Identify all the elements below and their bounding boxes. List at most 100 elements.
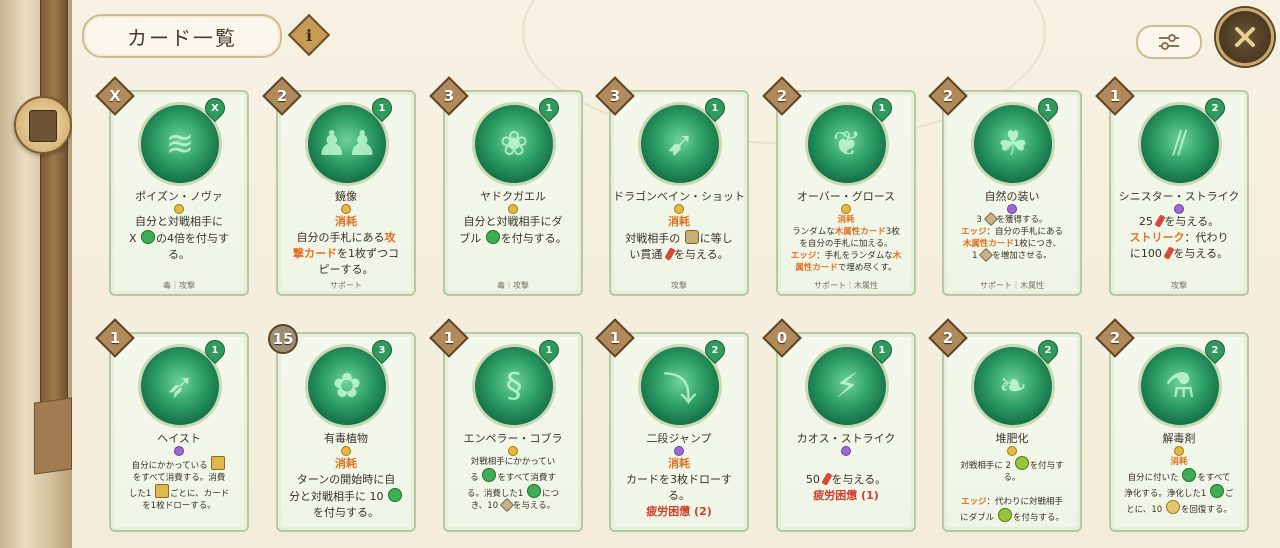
deck-button[interactable] — [14, 96, 72, 154]
card-description: 消耗 対戦相手の に等し い貫通 を与える。 — [625, 215, 733, 261]
card-upgrade-level: 1 — [878, 344, 886, 356]
card-rarity-gem-icon — [841, 446, 851, 456]
card-cost-badge: 15 — [268, 324, 298, 354]
card-description: 消耗 ターンの開始時に自 分と対戦相手に 10 を付与する。 — [286, 456, 406, 521]
info-icon: i — [305, 25, 313, 45]
card-description: 自分にかかっている をすべて消費する。消費 した1 ごとに、カード を1枚ドローする… — [119, 456, 239, 512]
card-cost: 2 — [776, 87, 788, 105]
card-deck-icon — [29, 110, 57, 142]
close-icon — [1235, 27, 1255, 47]
card-cost: 3 — [609, 87, 621, 105]
card-upgrade-level: 1 — [545, 344, 553, 356]
card[interactable]: 2 ❦ 1 オーバー・グロース 消耗 ランダムな木属性カード3枚 を自分の手札に加える。 エッ… — [762, 76, 916, 296]
card-cost: 1 — [1109, 87, 1121, 105]
card[interactable]: 3 ➹ 1 ドラゴンベイン・ショット 消耗 対戦相手の に等し い貫通 を与える。 攻撃 — [595, 76, 749, 296]
card-tags: サポート｜木属性 — [980, 281, 1044, 290]
card-name: 有毒植物 — [324, 432, 368, 445]
card-rarity-gem-icon — [341, 204, 351, 214]
card-rarity-gem-icon — [341, 446, 351, 456]
card-description: 3 を獲得する。 エッジ：自分の手札にある 木属性カード1枚につき、 1 を増加させる… — [952, 211, 1072, 263]
card[interactable]: 3 ❀ 1 ヤドクガエル 自分と対戦相手にダ ブル を付与する。 毒｜攻撃 — [429, 76, 583, 296]
close-button[interactable] — [1216, 8, 1274, 66]
card-upgrade-level: 1 — [1044, 102, 1052, 114]
card-description: 消耗 ランダムな木属性カード3枚 を自分の手札に加える。 エッジ：手札をランダムな木属… — [790, 215, 902, 273]
card-name: ヤドクガエル — [480, 190, 546, 203]
card-cost: 2 — [1109, 329, 1121, 347]
card-cost: X — [109, 87, 121, 105]
card-name: 二段ジャンプ — [646, 432, 712, 445]
card-cost: 3 — [443, 87, 455, 105]
card-tags: 攻撃 — [1171, 281, 1187, 290]
card-upgrade-level: 1 — [711, 102, 719, 114]
card-description: 50 を与える。 疲労困憊 (1) — [805, 472, 887, 502]
card-rarity-gem-icon — [1007, 446, 1017, 456]
card-upgrade-level: 1 — [211, 344, 219, 356]
card-cost: 1 — [609, 329, 621, 347]
card-upgrade-level: 2 — [711, 344, 719, 356]
card-rarity-gem-icon — [174, 204, 184, 214]
card[interactable]: 2 ⚗ 2 解毒剤 消耗 自分に付いた をすべて 浄化する。浄化した1 ごとに、10 を回復… — [1095, 318, 1249, 532]
filter-sliders-icon — [1159, 34, 1179, 50]
card[interactable]: X ≋ X ポイズン・ノヴァ 自分と対戦相手に X の4倍を付与す る。 毒｜攻撃 — [95, 76, 249, 296]
card-upgrade-level: 1 — [878, 102, 886, 114]
card-rarity-gem-icon — [841, 204, 851, 214]
card-cost: 2 — [276, 87, 288, 105]
card-description: 対戦相手にかかっている をすべて消費す る。消費した1 につ き、10 を与える。 — [466, 457, 560, 513]
card-rarity-gem-icon — [674, 204, 684, 214]
card-rarity-gem-icon — [174, 446, 184, 456]
card-cost: 2 — [942, 329, 954, 347]
card-tags: 毒｜攻撃 — [163, 281, 195, 290]
card-cost: 15 — [272, 330, 294, 348]
card[interactable]: 1 ⤵ 2 二段ジャンプ 消耗 カードを3枚ドローす る。 疲労困憊 (2) — [595, 318, 749, 532]
card-tags: サポート｜木属性 — [814, 281, 878, 290]
left-sidebar — [0, 0, 72, 548]
card-description: 消耗 カードを3枚ドローす る。 疲労困憊 (2) — [626, 457, 732, 518]
card-name: ポイズン・ノヴァ — [135, 190, 223, 203]
card-tags: 毒｜攻撃 — [497, 281, 529, 290]
filter-button[interactable] — [1136, 25, 1202, 59]
card-description: 自分と対戦相手にダ ブル を付与する。 — [459, 215, 567, 245]
card-description: 自分と対戦相手に X の4倍を付与す る。 — [128, 215, 230, 261]
card-upgrade-level: 1 — [378, 102, 386, 114]
card-name: 解毒剤 — [1162, 432, 1196, 445]
card-description: 消耗 自分の手札にある攻 撃カードを1枚ずつコ ピーする。 — [293, 215, 399, 276]
card-rarity-gem-icon — [508, 204, 518, 214]
card[interactable]: 2 ☘ 1 自然の装い 3 を獲得する。 エッジ：自分の手札にある 木属性カード1枚につき、… — [928, 76, 1082, 296]
card[interactable]: 2 ❧ 2 堆肥化 対戦相手に 2 を付与する。 エッジ：代わりに対戦相手 にダブル を付与… — [928, 318, 1082, 532]
card-name: 鏡像 — [335, 190, 357, 203]
card-name: ドラゴンベイン・ショット — [613, 190, 745, 203]
card-description: 25 を与える。 ストリーク：代わり に100 を与える。 — [1129, 214, 1229, 260]
card-name: シニスター・ストライク — [1118, 190, 1240, 203]
card-rarity-gem-icon — [674, 446, 684, 456]
card-name: 堆肥化 — [995, 432, 1029, 445]
sidebar-rail-end — [34, 397, 72, 475]
card-cost: 1 — [443, 329, 455, 347]
card-upgrade-level: 2 — [1044, 344, 1052, 356]
card-tags: 攻撃 — [671, 281, 687, 290]
card-upgrade-level: 1 — [545, 102, 553, 114]
card[interactable]: 1 § 1 エンペラー・コブラ 対戦相手にかかっている をすべて消費す る。消費した1 に… — [429, 318, 583, 532]
card[interactable]: 2 ♟♟ 1 鏡像 消耗 自分の手札にある攻 撃カードを1枚ずつコ ピーする。 サポート — [262, 76, 416, 296]
card-cost: 2 — [942, 87, 954, 105]
card-cost: 1 — [109, 329, 121, 347]
card-upgrade-level: 2 — [1211, 102, 1219, 114]
card-description: 対戦相手に 2 を付与する。 エッジ：代わりに対戦相手 にダブル を付与する。 — [952, 456, 1072, 524]
card-rarity-gem-icon — [508, 446, 518, 456]
card-upgrade-level: X — [211, 102, 219, 114]
card-upgrade-level: 3 — [378, 344, 386, 356]
card-name: エンペラー・コブラ — [463, 432, 563, 445]
card-cost: 0 — [776, 329, 788, 347]
card-rarity-gem-icon — [1174, 446, 1184, 456]
card-name: カオス・ストライク — [796, 432, 896, 445]
card-name: ヘイスト — [157, 432, 201, 445]
card-tags: サポート — [330, 281, 362, 290]
card[interactable]: 15 ✿ 3 有毒植物 消耗 ターンの開始時に自 分と対戦相手に 10 を付与する。 — [268, 324, 416, 532]
card-description: 消耗 自分に付いた をすべて 浄化する。浄化した1 ごとに、10 を回復する。 — [1124, 457, 1234, 515]
card-name: 自然の装い — [984, 190, 1040, 203]
card[interactable]: 1 ⫽ 2 シニスター・ストライク 25 を与える。 ストリーク：代わり に100 を与える… — [1095, 76, 1249, 296]
card[interactable]: 1 ➶ 1 ヘイスト 自分にかかっている をすべて消費する。消費 した1 ごとに、カードを… — [95, 318, 249, 532]
card-rarity-gem-icon — [1007, 204, 1017, 214]
page-title: カード一覧 — [82, 14, 282, 58]
card-name: オーバー・グロース — [796, 190, 896, 203]
card[interactable]: 0 ⚡ 1 カオス・ストライク 50 を与える。 疲労困憊 (1) — [762, 318, 916, 532]
